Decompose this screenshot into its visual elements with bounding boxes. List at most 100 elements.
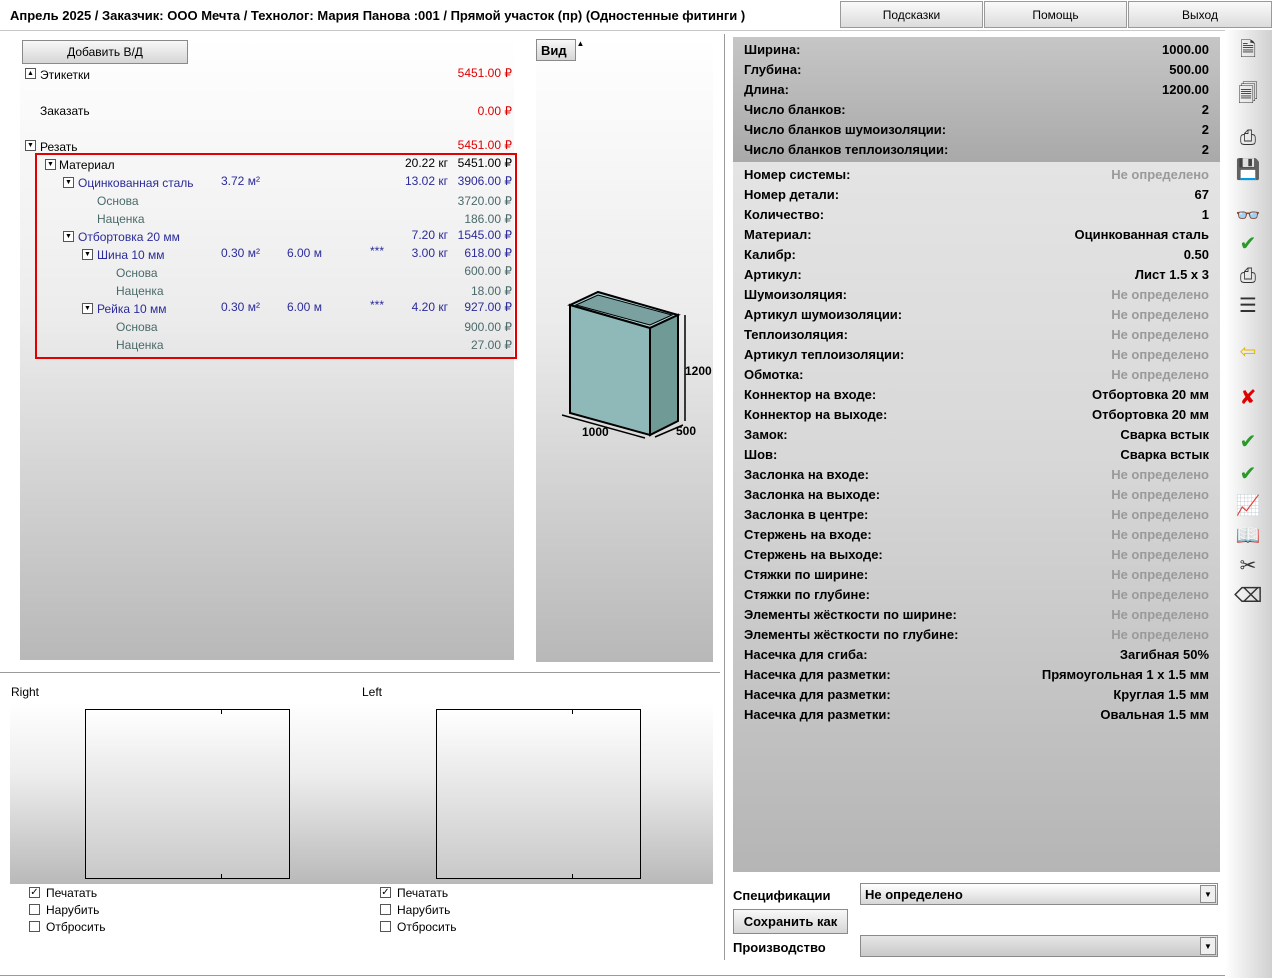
property-row[interactable]: Глубина: 500.00: [744, 60, 1209, 80]
print-setup-icon[interactable]: 🗐: [1234, 80, 1262, 106]
property-row[interactable]: Артикул: Лист 1.5 x 3: [744, 265, 1209, 285]
eraser-icon[interactable]: ⌫: [1234, 582, 1262, 608]
flange-item[interactable]: Отбортовка 20 мм: [78, 230, 180, 244]
expand-toggle[interactable]: ▼: [63, 231, 74, 242]
property-row[interactable]: Номер системы: Не определено: [744, 165, 1209, 185]
doc-check-icon[interactable]: ✔: [1234, 428, 1262, 454]
right-cut-checkbox[interactable]: [29, 904, 40, 915]
add-vd-button[interactable]: Добавить В/Д: [22, 40, 188, 64]
property-row[interactable]: Обмотка: Не определено: [744, 365, 1209, 385]
property-row[interactable]: Число бланков теплоизоляции: 2: [744, 140, 1209, 160]
view-scroll-up-icon[interactable]: ▲: [576, 39, 585, 61]
delete-icon[interactable]: ✘: [1234, 384, 1262, 410]
expand-toggle[interactable]: ▼: [25, 140, 36, 151]
steel-markup-item[interactable]: Наценка: [97, 212, 145, 226]
property-label: Стяжки по глубине:: [744, 587, 870, 602]
property-row[interactable]: Материал: Оцинкованная сталь: [744, 225, 1209, 245]
right-cut-label: Нарубить: [46, 903, 100, 917]
note-check-icon[interactable]: ✔: [1234, 230, 1262, 256]
property-row[interactable]: Элементы жёсткости по ширине: Не определе…: [744, 605, 1209, 625]
left-cut-checkbox[interactable]: [380, 904, 391, 915]
property-row[interactable]: Шумоизоляция: Не определено: [744, 285, 1209, 305]
bus-markup-item[interactable]: Наценка: [116, 284, 164, 298]
rail-item[interactable]: Рейка 10 мм: [97, 302, 167, 316]
cut-item[interactable]: Резать: [40, 140, 78, 154]
bus-area: 0.30 м²: [221, 246, 260, 260]
property-row[interactable]: Стержень на входе: Не определено: [744, 525, 1209, 545]
collapse-toggle[interactable]: ▲: [25, 68, 36, 79]
expand-toggle[interactable]: ▼: [45, 159, 56, 170]
property-row[interactable]: Стержень на выходе: Не определено: [744, 545, 1209, 565]
property-row[interactable]: Число бланков шумоизоляции: 2: [744, 120, 1209, 140]
property-row[interactable]: Длина: 1200.00: [744, 80, 1209, 100]
chevron-down-icon[interactable]: ▼: [1200, 937, 1216, 955]
property-row[interactable]: Коннектор на выходе: Отбортовка 20 мм: [744, 405, 1209, 425]
property-row[interactable]: Замок: Сварка встык: [744, 425, 1209, 445]
property-row[interactable]: Артикул шумоизоляции: Не определено: [744, 305, 1209, 325]
print-icon[interactable]: ⎙: [1234, 124, 1262, 150]
property-row[interactable]: Насечка для разметки: Круглая 1.5 мм: [744, 685, 1209, 705]
chart-icon[interactable]: 📈: [1234, 492, 1262, 518]
chevron-down-icon[interactable]: ▼: [1200, 885, 1216, 903]
order-item[interactable]: Заказать: [40, 104, 90, 118]
left-print-checkbox[interactable]: ✓: [380, 887, 391, 898]
property-row[interactable]: Калибр: 0.50: [744, 245, 1209, 265]
save-icon[interactable]: 💾: [1234, 156, 1262, 182]
help-button[interactable]: Помощь: [984, 1, 1127, 28]
hints-button[interactable]: Подсказки: [840, 1, 983, 28]
search-icon[interactable]: 👓: [1234, 202, 1262, 228]
docs-check-icon[interactable]: ✔: [1234, 460, 1262, 486]
property-row[interactable]: Насечка для разметки: Прямоугольная 1 x 1…: [744, 665, 1209, 685]
property-row[interactable]: Ширина: 1000.00: [744, 40, 1209, 60]
document-list-icon[interactable]: ☰: [1234, 292, 1262, 318]
property-value: Загибная 50%: [1119, 647, 1209, 662]
property-row[interactable]: Стяжки по ширине: Не определено: [744, 565, 1209, 585]
rail-base-item[interactable]: Основа: [116, 320, 158, 334]
property-row[interactable]: Количество: 1: [744, 205, 1209, 225]
scissors-icon[interactable]: ✂: [1234, 552, 1262, 578]
bottom-divider: [0, 975, 1272, 976]
property-row[interactable]: Стяжки по глубине: Не определено: [744, 585, 1209, 605]
property-row[interactable]: Насечка для сгиба: Загибная 50%: [744, 645, 1209, 665]
material-item[interactable]: Материал: [59, 158, 115, 172]
exit-button[interactable]: Выход: [1128, 1, 1272, 28]
steel-base-item[interactable]: Основа: [97, 194, 139, 208]
labels-item[interactable]: Этикетки: [40, 68, 90, 82]
property-row[interactable]: Насечка для разметки: Овальная 1.5 мм: [744, 705, 1209, 725]
production-select[interactable]: ▼: [860, 935, 1218, 957]
property-label: Стяжки по ширине:: [744, 567, 869, 582]
rail-markup-item[interactable]: Наценка: [116, 338, 164, 352]
back-arrow-icon[interactable]: ⇦: [1234, 338, 1262, 364]
property-row[interactable]: Шов: Сварка встык: [744, 445, 1209, 465]
print-alt-icon[interactable]: ⎙: [1234, 262, 1262, 288]
left-discard-checkbox[interactable]: [380, 921, 391, 932]
property-row[interactable]: Коннектор на входе: Отбортовка 20 мм: [744, 385, 1209, 405]
spec-select[interactable]: Не определено ▼: [860, 883, 1218, 905]
property-label: Шумоизоляция:: [744, 287, 847, 302]
dim-width-label: 1000: [582, 425, 609, 439]
view-tab[interactable]: Вид: [536, 39, 576, 61]
print-preview-icon[interactable]: 🗎: [1234, 36, 1262, 62]
property-label: Количество:: [744, 207, 825, 222]
expand-toggle[interactable]: ▼: [82, 303, 93, 314]
property-row[interactable]: Теплоизоляция: Не определено: [744, 325, 1209, 345]
right-print-checkbox[interactable]: ✓: [29, 887, 40, 898]
property-row[interactable]: Число бланков: 2: [744, 100, 1209, 120]
expand-toggle[interactable]: ▼: [82, 249, 93, 260]
property-row[interactable]: Заслонка на входе: Не определено: [744, 465, 1209, 485]
property-row[interactable]: Заслонка на выходе: Не определено: [744, 485, 1209, 505]
expand-toggle[interactable]: ▼: [63, 177, 74, 188]
property-row[interactable]: Элементы жёсткости по глубине: Не определ…: [744, 625, 1209, 645]
property-row[interactable]: Номер детали: 67: [744, 185, 1209, 205]
bus-weight: 3.00 кг: [411, 246, 448, 260]
save-as-button[interactable]: Сохранить как: [733, 909, 848, 934]
property-row[interactable]: Артикул теплоизоляции: Не определено: [744, 345, 1209, 365]
bus-item[interactable]: Шина 10 мм: [97, 248, 165, 262]
property-row[interactable]: Заслонка в центре: Не определено: [744, 505, 1209, 525]
right-discard-checkbox[interactable]: [29, 921, 40, 932]
property-value: Не определено: [1111, 347, 1209, 362]
property-label: Ширина:: [744, 42, 801, 57]
steel-item[interactable]: Оцинкованная сталь: [78, 176, 194, 190]
book-icon[interactable]: 📖: [1234, 522, 1262, 548]
bus-base-item[interactable]: Основа: [116, 266, 158, 280]
